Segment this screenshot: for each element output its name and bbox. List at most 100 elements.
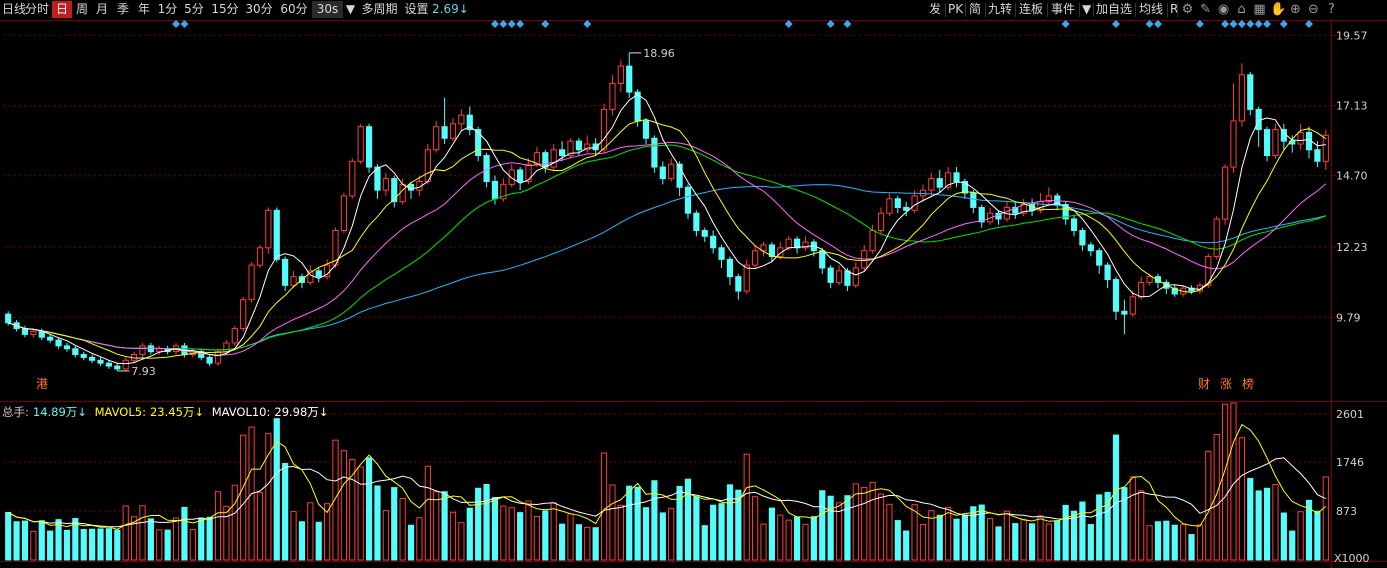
event-diamond: [490, 20, 499, 28]
candle-body: [30, 330, 37, 335]
candle-body: [5, 313, 12, 324]
volume-bar: [407, 524, 415, 561]
candle-body: [1070, 218, 1078, 232]
high-label: 18.96: [643, 47, 675, 60]
candle-body: [433, 126, 440, 151]
mavol10-label: MAVOL10:: [211, 405, 271, 419]
volume-bar: [105, 528, 113, 561]
volume-bar: [508, 507, 515, 561]
candle-body: [1238, 74, 1245, 122]
volume-bar: [659, 512, 666, 561]
volume-bar: [122, 505, 129, 561]
volume-bar: [894, 520, 901, 561]
candle-body: [424, 149, 431, 182]
candle-body: [1322, 134, 1329, 162]
event-diamond: [1153, 20, 1162, 28]
volume-bar: [558, 523, 566, 561]
volume-bar: [206, 516, 213, 561]
volume-tick-label-2: 2601: [1336, 408, 1364, 421]
event-diamond: [1263, 20, 1272, 28]
candle-body: [290, 276, 297, 286]
volume-unit-label: X1000: [1334, 552, 1370, 565]
volume-bar: [1238, 437, 1245, 561]
ma60-line: [8, 184, 1326, 351]
candle-body: [903, 206, 910, 211]
volume-bar: [877, 493, 885, 561]
ma20-line: [8, 141, 1327, 356]
candle-body: [1104, 264, 1111, 281]
volume-bar: [1171, 524, 1178, 561]
candle-body: [458, 114, 465, 125]
price-tick-label-4: 19.57: [1336, 29, 1368, 42]
volume-bar: [542, 510, 549, 561]
candle-body: [592, 143, 599, 151]
volume-bar: [315, 521, 322, 561]
event-diamond: [1246, 20, 1255, 28]
event-diamond: [180, 20, 189, 28]
candle-body: [273, 209, 280, 260]
price-tick-label-0: 9.79: [1336, 311, 1361, 324]
volume-total-label: 总手:: [2, 405, 29, 419]
volume-bar: [223, 505, 230, 561]
candle-body: [475, 129, 482, 157]
mavol10-line: [7, 457, 1327, 528]
volume-bar: [693, 496, 700, 561]
candle-body: [953, 172, 960, 182]
volume-bar: [861, 486, 868, 561]
volume-bar: [21, 520, 29, 561]
candle-body: [894, 198, 901, 208]
candle-body: [970, 192, 977, 208]
mavol5-line: [7, 423, 1327, 530]
kline-chart[interactable]: 9.79 12.23 14.70 17.13 19.57 873 1746 2601 X1000…: [0, 0, 1387, 568]
candle-body: [47, 336, 54, 341]
candle-body: [735, 276, 742, 292]
candle-body: [819, 250, 826, 269]
volume-bar: [38, 520, 45, 561]
candle-body: [248, 264, 255, 301]
candle-body: [743, 264, 750, 292]
volume-bar: [844, 495, 851, 561]
ma5-line: [8, 93, 1326, 365]
event-diamond: [843, 20, 852, 28]
candle-body: [827, 267, 834, 283]
volume-bar: [1322, 476, 1329, 561]
candle-body: [441, 126, 448, 139]
volume-bar: [80, 529, 87, 561]
volume-bar: [1003, 510, 1010, 561]
volume-bar: [1272, 483, 1279, 561]
volume-bar: [609, 484, 616, 561]
volume-bar: [961, 514, 969, 561]
candle-body: [382, 178, 389, 191]
volume-bar: [634, 486, 641, 561]
candle-body: [550, 149, 557, 168]
volume-bar: [718, 503, 725, 561]
volume-tick-label-1: 1746: [1336, 456, 1364, 469]
event-diamond: [1229, 20, 1238, 28]
candle-body: [349, 160, 356, 197]
volume-bar: [1289, 530, 1296, 561]
candle-body: [600, 108, 608, 151]
candle-body: [1221, 166, 1229, 220]
event-diamond: [1305, 20, 1314, 28]
candle-body: [89, 356, 96, 361]
event-diamond: [1237, 20, 1246, 28]
volume-bar: [517, 512, 524, 561]
candle-body: [1263, 129, 1271, 157]
volume-bar: [1020, 518, 1027, 561]
volume-bar: [1037, 515, 1044, 561]
volume-bar: [1314, 510, 1321, 561]
candle-body: [911, 195, 918, 211]
candle-body: [617, 65, 624, 84]
volume-bar: [298, 521, 306, 561]
volume-bar: [827, 495, 834, 561]
volume-bar: [433, 491, 440, 561]
candle-body: [1112, 279, 1120, 312]
volume-bar: [240, 434, 247, 561]
event-diamond: [516, 20, 525, 28]
candle-body: [21, 328, 29, 335]
candle-body: [517, 169, 524, 182]
volume-bar: [1146, 525, 1153, 561]
volume-bar: [651, 480, 658, 561]
candle-body: [1272, 129, 1279, 157]
candle-body: [1213, 218, 1220, 257]
